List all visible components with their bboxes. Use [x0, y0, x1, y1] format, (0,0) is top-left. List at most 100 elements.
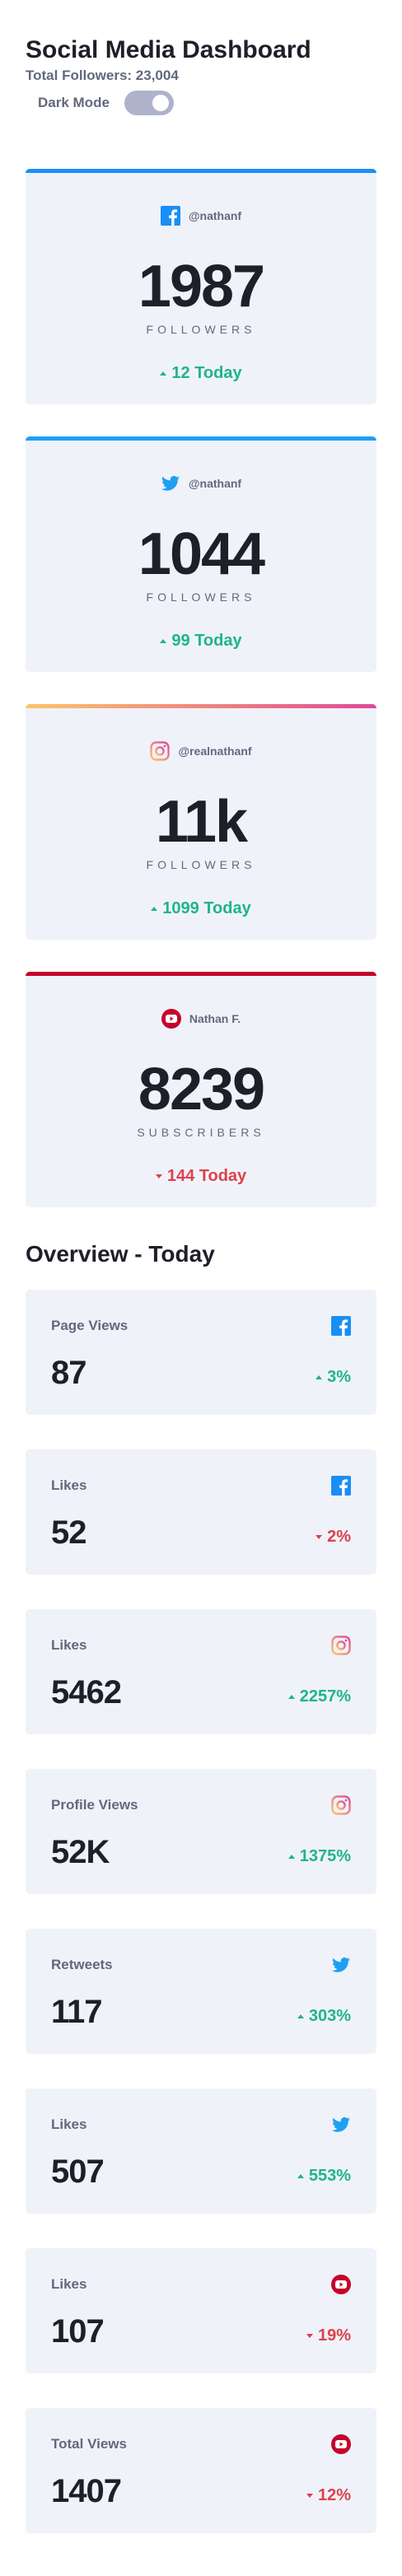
follower-card-instagram[interactable]: @realnathanf 11k FOLLOWERS 1099 Today [26, 704, 376, 940]
account-handle: @nathanf [188, 476, 242, 490]
arrow-up-icon [297, 2014, 304, 2018]
instagram-icon [331, 1636, 351, 1655]
overview-card-body: 107 19% [51, 2312, 351, 2350]
card-top-bar [26, 704, 376, 708]
metric-change: 303% [297, 2007, 351, 2031]
overview-card-body: 87 3% [51, 1354, 351, 1392]
facebook-icon [331, 1476, 351, 1496]
overview-card-header: Likes [51, 2113, 351, 2136]
metric-value: 107 [51, 2313, 105, 2350]
toggle-knob [152, 95, 169, 111]
daily-change: 12 Today [26, 364, 376, 383]
overview-card-header: Likes [51, 1474, 351, 1497]
header: Social Media Dashboard Total Followers: … [26, 0, 376, 169]
metric-label: Likes [51, 1637, 87, 1653]
follower-card-youtube[interactable]: Nathan F. 8239 SUBSCRIBERS 144 Today [26, 972, 376, 1207]
account-handle: @realnathanf [178, 744, 252, 758]
metric-label: Total Views [51, 2436, 127, 2452]
overview-card-header: Retweets [51, 1953, 351, 1976]
account-handle: @nathanf [188, 208, 242, 222]
youtube-icon [161, 1008, 181, 1029]
handle-row: @nathanf [26, 169, 376, 229]
overview-card-header: Likes [51, 1634, 351, 1657]
handle-row: @realnathanf [26, 704, 376, 764]
follower-count-label: SUBSCRIBERS [137, 1126, 265, 1139]
page-title: Social Media Dashboard [26, 36, 311, 63]
account-handle: Nathan F. [189, 1011, 241, 1025]
arrow-down-icon [306, 2494, 313, 2498]
arrow-up-icon [316, 1375, 323, 1379]
overview-cards: Page Views 87 3% Likes 52 2% Likes 5462 2257% Pro… [26, 1290, 376, 2533]
metric-value: 87 [51, 1355, 86, 1391]
card-top-bar [26, 436, 376, 441]
facebook-icon [160, 205, 180, 226]
follower-count: 11k [155, 789, 248, 855]
arrow-up-icon [160, 639, 167, 643]
handle-row: Nathan F. [26, 972, 376, 1032]
metric-label: Profile Views [51, 1797, 138, 1813]
overview-card-youtube[interactable]: Total Views 1407 12% [26, 2408, 376, 2533]
daily-change-value: 99 Today [171, 632, 242, 650]
arrow-up-icon [297, 2174, 304, 2178]
metric-change-value: 2% [327, 1528, 351, 1546]
daily-change-value: 144 Today [166, 1167, 247, 1185]
metric-change-value: 1375% [299, 1847, 351, 1865]
metric-label: Likes [51, 2116, 87, 2132]
follower-count: 8239 [138, 1057, 265, 1122]
youtube-icon [331, 2434, 351, 2454]
overview-card-body: 52 2% [51, 1514, 351, 1552]
overview-card-youtube[interactable]: Likes 107 19% [26, 2248, 376, 2373]
overview-card-body: 1407 12% [51, 2472, 351, 2510]
metric-label: Likes [51, 2276, 87, 2292]
arrow-up-icon [287, 1695, 295, 1699]
daily-change: 144 Today [26, 1167, 376, 1186]
metric-value: 117 [51, 1994, 103, 2030]
follower-card-twitter[interactable]: @nathanf 1044 FOLLOWERS 99 Today [26, 436, 376, 672]
twitter-icon [331, 2115, 351, 2135]
overview-card-body: 5462 2257% [51, 1673, 351, 1711]
metric-change: 3% [316, 1368, 351, 1392]
overview-card-twitter[interactable]: Retweets 117 303% [26, 1929, 376, 2054]
overview-card-twitter[interactable]: Likes 507 553% [26, 2088, 376, 2214]
follower-count: 1987 [138, 254, 265, 320]
overview-title: Overview - Today [26, 1241, 215, 1267]
facebook-icon [331, 1316, 351, 1336]
dark-mode-label: Dark Mode [38, 95, 110, 110]
metric-label: Page Views [51, 1318, 129, 1333]
twitter-icon [331, 1955, 351, 1975]
overview-card-facebook[interactable]: Page Views 87 3% [26, 1290, 376, 1415]
overview-card-header: Likes [51, 2273, 351, 2296]
metric-change-value: 303% [308, 2007, 351, 2025]
arrow-down-icon [155, 1174, 162, 1178]
metric-change: 553% [297, 2167, 351, 2191]
overview-card-instagram[interactable]: Likes 5462 2257% [26, 1609, 376, 1734]
overview-card-facebook[interactable]: Likes 52 2% [26, 1449, 376, 1575]
overview-card-body: 507 553% [51, 2153, 351, 2191]
metric-change: 12% [306, 2486, 351, 2510]
metric-change-value: 553% [308, 2167, 351, 2185]
metric-change-value: 2257% [299, 1687, 351, 1706]
follower-count: 1044 [138, 521, 265, 587]
follower-cards: @nathanf 1987 FOLLOWERS 12 Today @nathanf 104… [26, 169, 376, 1207]
metric-change-value: 12% [317, 2486, 351, 2504]
dark-mode-row: Dark Mode [26, 91, 376, 115]
follower-count-label: FOLLOWERS [146, 858, 256, 871]
arrow-down-icon [306, 2334, 313, 2338]
dark-mode-toggle[interactable] [124, 91, 174, 115]
daily-change: 1099 Today [26, 899, 376, 918]
metric-change: 19% [306, 2326, 351, 2350]
metric-change: 2% [316, 1528, 351, 1552]
metric-value: 52 [51, 1514, 86, 1551]
arrow-up-icon [151, 907, 158, 911]
overview-card-body: 117 303% [51, 1993, 351, 2031]
total-followers: Total Followers: 23,004 [26, 68, 179, 83]
metric-value: 1407 [51, 2473, 122, 2509]
metric-change-value: 19% [317, 2326, 351, 2345]
overview-card-header: Total Views [51, 2433, 351, 2456]
follower-card-facebook[interactable]: @nathanf 1987 FOLLOWERS 12 Today [26, 169, 376, 404]
arrow-down-icon [316, 1535, 323, 1539]
overview-card-header: Page Views [51, 1314, 351, 1337]
arrow-up-icon [287, 1855, 295, 1859]
overview-card-instagram[interactable]: Profile Views 52K 1375% [26, 1769, 376, 1894]
overview-card-body: 52K 1375% [51, 1833, 351, 1871]
